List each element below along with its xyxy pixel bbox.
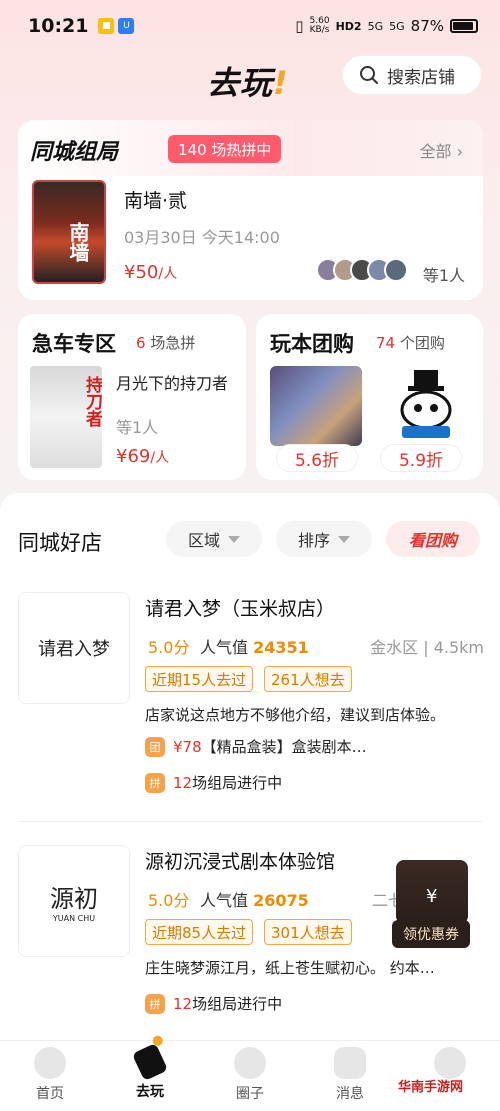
home-icon <box>34 1047 66 1079</box>
shop-logo: 请君入梦 <box>18 592 130 704</box>
rush-count: 6 场急拼 <box>136 334 196 352</box>
status-bar: 10:21 ■ U ▯ 5.60 KB/s HD2 5G 5G 87% <box>0 0 500 52</box>
nav-messages[interactable]: 消息 <box>300 1041 400 1111</box>
rush-price: ¥69/人 <box>116 446 170 467</box>
deal-image-2[interactable] <box>380 366 472 446</box>
event-price: ¥50/人 <box>124 262 178 283</box>
visited-tag: 近期15人去过 <box>145 666 254 692</box>
notification-shield-icon: U <box>118 18 135 34</box>
hot-badge: 140 场热拼中 <box>168 135 282 163</box>
rush-participants: 等1人 <box>116 418 159 437</box>
group-card-title: 同城组局 <box>30 140 119 165</box>
coupon-icon <box>396 860 468 924</box>
shop-name: 源初沉浸式剧本体验馆 <box>145 851 336 873</box>
shop-group-line: 拼 12场组局进行中 <box>145 993 282 1014</box>
rush-item-name: 月光下的持刀者 <box>116 374 229 393</box>
network-speed: 5.60 KB/s <box>309 16 330 35</box>
watermark: 华南手游网 <box>398 1080 464 1095</box>
rush-card[interactable]: 急车专区 6 场急拼 持刀者 月光下的持刀者 等1人 ¥69/人 <box>18 314 246 480</box>
shop-item[interactable]: 请君入梦 请君入梦（玉米叔店） 5.0分 人气值 24351 金水区 | 4.5… <box>0 588 500 808</box>
discount-tag-2: 5.9折 <box>380 444 462 472</box>
signal-label-2: 5G <box>389 19 405 33</box>
battery-percent: 87% <box>410 17 444 35</box>
cat-avatar-icon <box>434 1047 466 1079</box>
nav-home[interactable]: 首页 <box>0 1041 100 1111</box>
search-icon <box>360 66 378 84</box>
rush-card-title: 急车专区 <box>32 332 116 356</box>
shops-section: 同城好店 区域 排序 看团购 请君入梦 请君入梦（玉米叔店） 5.0分 人气值 … <box>0 493 500 1040</box>
play-icon <box>131 1042 169 1082</box>
deal-card[interactable]: 玩本团购 74 个团购 5.6折 5.9折 <box>256 314 483 480</box>
rush-poster[interactable]: 持刀者 <box>30 366 102 468</box>
coupon-button[interactable]: 领优惠券 <box>392 860 470 952</box>
filter-sort-button[interactable]: 排序 <box>276 521 372 557</box>
group-card[interactable]: 同城组局 140 场热拼中 全部 › 南墙 南墙·贰 03月30日 今天14:0… <box>18 120 483 300</box>
status-indicators: ▯ 5.60 KB/s HD2 5G 5G 87% <box>295 17 478 35</box>
shop-logo: 源初 YUAN CHU <box>18 845 130 957</box>
want-tag: 261人想去 <box>264 666 352 692</box>
avatar <box>384 258 408 282</box>
group-badge-icon: 拼 <box>145 993 165 1014</box>
participant-avatars <box>316 258 408 282</box>
shop-rating: 5.0分 <box>148 638 190 657</box>
nav-circle[interactable]: 圈子 <box>200 1041 300 1111</box>
shop-group-line: 拼 12场组局进行中 <box>145 772 282 793</box>
shop-name: 请君入梦（玉米叔店） <box>145 598 336 620</box>
header: 去玩! 搜索店铺 <box>0 52 500 110</box>
battery-icon <box>450 19 478 33</box>
status-time: 10:21 <box>28 15 89 37</box>
event-time: 03月30日 今天14:00 <box>124 228 280 247</box>
hd-signal-label: HD2 <box>335 19 362 33</box>
event-poster[interactable]: 南墙 <box>32 180 106 284</box>
caret-down-icon <box>338 535 350 543</box>
shop-distance: 金水区 | 4.5km <box>370 638 484 657</box>
deal-badge-icon: 团 <box>145 736 165 757</box>
deal-image-1[interactable] <box>270 366 362 446</box>
discount-tag-1: 5.6折 <box>276 444 358 472</box>
shop-deal-line: 团 ¥78【精品盒装】盒装剧本… <box>145 736 367 757</box>
nav-play[interactable]: 去玩 <box>100 1041 200 1111</box>
view-all-link[interactable]: 全部 › <box>419 138 463 162</box>
app-logo: 去玩! <box>207 64 289 102</box>
visited-tag: 近期85人去过 <box>145 919 254 945</box>
shop-popularity: 人气值 24351 <box>200 638 309 657</box>
vibrate-icon: ▯ <box>295 17 304 35</box>
view-deals-button[interactable]: 看团购 <box>386 521 480 557</box>
caret-down-icon <box>228 535 240 543</box>
deal-card-title: 玩本团购 <box>270 332 354 356</box>
filter-area-button[interactable]: 区域 <box>166 521 262 557</box>
shop-popularity: 人气值 26075 <box>200 891 309 910</box>
deal-count: 74 个团购 <box>376 334 445 352</box>
shop-rating: 5.0分 <box>148 891 190 910</box>
coupon-label: 领优惠券 <box>392 920 470 948</box>
divider <box>18 821 482 822</box>
event-name: 南墙·贰 <box>124 190 188 212</box>
signal-label-1: 5G <box>367 19 384 33</box>
chat-icon <box>334 1047 366 1079</box>
shops-title: 同城好店 <box>18 531 102 555</box>
group-badge-icon: 拼 <box>145 772 165 793</box>
notification-app-icon: ■ <box>98 18 115 34</box>
shop-description: 店家说这点地方不够他介绍，建议到店体验。 <box>145 706 446 724</box>
mascot-icon <box>400 370 452 438</box>
search-placeholder: 搜索店铺 <box>387 67 455 88</box>
compass-icon <box>234 1047 266 1079</box>
chevron-right-icon: › <box>456 142 463 161</box>
participants-more: 等1人 <box>422 266 465 285</box>
want-tag: 301人想去 <box>264 919 352 945</box>
shop-description: 庄生晓梦源江月，纸上苍生赋初心。 约本… <box>145 959 435 977</box>
search-button[interactable]: 搜索店铺 <box>342 55 482 95</box>
